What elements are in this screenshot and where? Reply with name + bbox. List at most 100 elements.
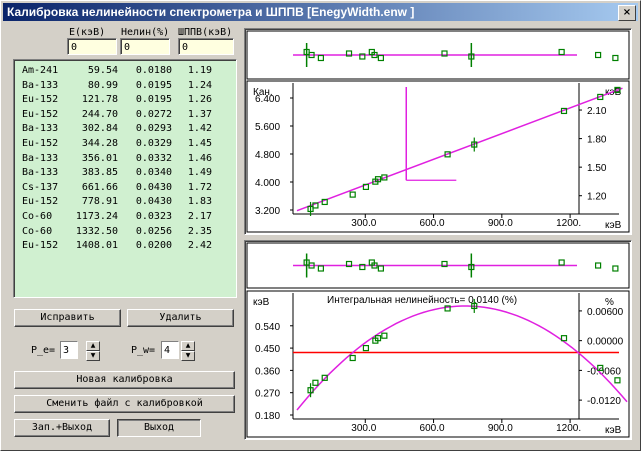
pw-spinner[interactable]: ▲ ▼ xyxy=(181,341,195,361)
list-item[interactable]: Ba-133 302.84 0.0293 1.42 xyxy=(14,122,236,137)
list-cell-iso: Co-60 xyxy=(22,225,53,237)
list-cell-w: 1.37 xyxy=(187,108,212,120)
list-item[interactable]: Co-60 1173.24 0.0323 2.17 xyxy=(14,210,236,225)
list-cell-w: 1.45 xyxy=(187,137,212,149)
list-item[interactable]: Ba-133 80.99 0.0195 1.24 xyxy=(14,79,236,94)
list-cell-w: 2.42 xyxy=(187,240,212,252)
list-cell-e: 356.01 xyxy=(81,152,118,164)
pw-spinbox[interactable]: 4 xyxy=(161,341,179,359)
list-cell-e: 121.78 xyxy=(81,94,118,106)
spin-up-icon[interactable]: ▲ xyxy=(181,341,195,351)
x-axis-label: кэВ xyxy=(605,220,622,231)
list-item[interactable]: Cs-137 661.66 0.0430 1.72 xyxy=(14,181,236,196)
spin-down-icon[interactable]: ▼ xyxy=(86,351,100,361)
spin-down-icon[interactable]: ▼ xyxy=(181,351,195,361)
list-cell-e: 778.91 xyxy=(81,196,118,208)
list-cell-iso: Ba-133 xyxy=(22,79,59,91)
fwhm-input[interactable]: 0 xyxy=(178,38,234,55)
x-tick-label: 900.0 xyxy=(488,218,513,229)
pe-spinbox[interactable]: 3 xyxy=(60,341,78,359)
list-cell-e: 383.85 xyxy=(81,167,118,179)
list-item[interactable]: Eu-152 121.78 0.0195 1.26 xyxy=(14,93,236,108)
y-tick-label-right: 1.20 xyxy=(587,192,607,203)
list-cell-nl: 0.0430 xyxy=(135,196,172,208)
list-cell-nl: 0.0293 xyxy=(135,123,172,135)
list-cell-iso: Eu-152 xyxy=(22,108,59,120)
spin-up-icon[interactable]: ▲ xyxy=(86,341,100,351)
y-tick-label-left: 0.360 xyxy=(255,366,280,377)
list-item[interactable]: Ba-133 356.01 0.0332 1.46 xyxy=(14,152,236,167)
fix-button[interactable]: Исправить xyxy=(14,309,121,327)
y-tick-label-left: 0.540 xyxy=(255,322,280,333)
calibration-chart-panel: Кан.кэВкэВ300.0600.0900.01200.3.2004.000… xyxy=(244,28,632,235)
y-tick-label-left: 0.450 xyxy=(255,344,280,355)
chart-title: Интегральная нелинейность= 0.0140 (%) xyxy=(327,295,517,306)
list-cell-w: 1.42 xyxy=(187,123,212,135)
exit-button[interactable]: Выход xyxy=(117,419,201,437)
y-tick-label-right: 0.00600 xyxy=(587,307,624,318)
list-cell-e: 59.54 xyxy=(87,65,118,76)
close-button[interactable]: × xyxy=(618,5,636,21)
list-cell-iso: Am-241 xyxy=(22,65,59,76)
list-cell-nl: 0.0195 xyxy=(135,79,172,91)
fwhm-header: ШППВ(кэВ) xyxy=(178,27,233,38)
change-file-button[interactable]: Сменить файл с калибровкой xyxy=(14,395,235,413)
new-calibration-button[interactable]: Новая калибровка xyxy=(14,371,235,389)
list-cell-w: 2.35 xyxy=(187,225,212,237)
list-cell-iso: Eu-152 xyxy=(22,196,59,208)
list-item[interactable]: Eu-152 1408.01 0.0200 2.42 xyxy=(14,239,236,254)
list-cell-iso: Ba-133 xyxy=(22,152,59,164)
list-item[interactable]: Eu-152 778.91 0.0430 1.83 xyxy=(14,195,236,210)
calibration-lines-list[interactable]: Am-241 59.54 0.0180 1.19 Ba-133 80.99 0.0195 1.… xyxy=(13,59,237,298)
list-cell-iso: Eu-152 xyxy=(22,137,59,149)
list-cell-nl: 0.0180 xyxy=(135,65,172,76)
list-cell-iso: Eu-152 xyxy=(22,94,59,106)
y-tick-label-right: 1.50 xyxy=(587,163,607,174)
y-tick-label-right: -0.0120 xyxy=(587,396,621,407)
y-tick-label-left: 4.000 xyxy=(255,178,280,189)
y-tick-label-left: 5.600 xyxy=(255,122,280,133)
list-cell-w: 1.26 xyxy=(187,94,212,106)
plot-frame xyxy=(246,290,630,438)
list-cell-w: 1.46 xyxy=(187,152,212,164)
list-cell-e: 1173.24 xyxy=(75,210,118,222)
list-cell-nl: 0.0332 xyxy=(135,152,172,164)
list-cell-iso: Ba-133 xyxy=(22,123,59,135)
list-item[interactable]: Eu-152 344.28 0.0329 1.45 xyxy=(14,137,236,152)
y-tick-label-left: 6.400 xyxy=(255,94,280,105)
nonlinearity-chart-panel: кэВ% кэВ 300.0 600.0 900.0 1200. 0.180 0.270 0.3… xyxy=(244,240,632,440)
y-axis-label-left: кэВ xyxy=(253,297,270,308)
list-cell-nl: 0.0323 xyxy=(135,210,172,222)
x-tick-label: 900.0 xyxy=(488,423,513,434)
x-tick-label: 600.0 xyxy=(420,423,445,434)
list-cell-e: 244.70 xyxy=(81,108,118,120)
delete-button[interactable]: Удалить xyxy=(127,309,234,327)
calibration-chart: Кан.кэВкэВ300.0600.0900.01200.3.2004.000… xyxy=(246,30,630,233)
list-cell-e: 80.99 xyxy=(87,79,118,91)
nonlin-input[interactable]: 0 xyxy=(120,38,170,55)
list-item[interactable]: Co-60 1332.50 0.0256 2.35 xyxy=(14,225,236,240)
energy-header: E(кэВ) xyxy=(69,27,106,38)
pe-spinner[interactable]: ▲ ▼ xyxy=(86,341,100,361)
nonlinearity-chart: кэВ %кэВ300.0 600.0 900.0 1200.0.1800.2700.3… xyxy=(246,242,630,438)
y-tick-label-left: 0.180 xyxy=(255,411,280,422)
list-item[interactable]: Eu-152 244.70 0.0272 1.37 xyxy=(14,108,236,123)
list-cell-iso: Cs-137 xyxy=(22,181,59,193)
list-item[interactable]: Ba-133 383.85 0.0340 1.49 xyxy=(14,166,236,181)
y-tick-label-left: 0.270 xyxy=(255,389,280,400)
list-cell-nl: 0.0340 xyxy=(135,167,172,179)
plot-frame xyxy=(246,80,630,233)
list-cell-w: 2.17 xyxy=(187,210,212,222)
pe-label: P_e= xyxy=(31,345,56,356)
title-bar[interactable]: Калибровка нелинейности спектрометра и Ш… xyxy=(3,3,638,21)
list-cell-iso: Ba-133 xyxy=(22,167,59,179)
list-item[interactable]: Am-241 59.54 0.0180 1.19 xyxy=(14,64,236,79)
list-cell-w: 1.24 xyxy=(187,79,212,91)
nonlin-header: Нелин(%) xyxy=(121,27,170,38)
calibration-window: Калибровка нелинейности спектрометра и Ш… xyxy=(0,0,641,451)
y-tick-label-left: 4.800 xyxy=(255,150,280,161)
list-cell-e: 302.84 xyxy=(81,123,118,135)
save-exit-button[interactable]: Зап.+Выход xyxy=(14,419,110,437)
energy-input[interactable]: 0 xyxy=(67,38,117,55)
list-cell-nl: 0.0256 xyxy=(135,225,172,237)
